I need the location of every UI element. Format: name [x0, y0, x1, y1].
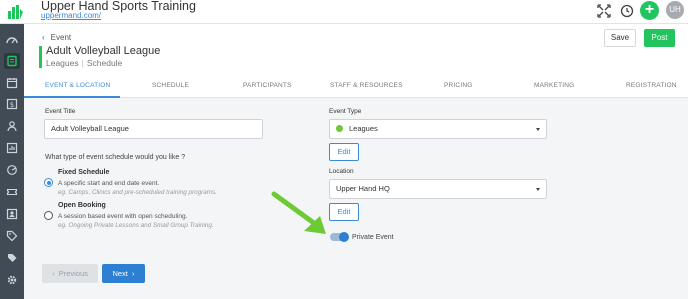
event-type-color-dot [336, 125, 343, 132]
chevron-right-icon: › [127, 269, 135, 278]
event-type-value: Leagues [349, 124, 378, 133]
private-event-toggle[interactable] [330, 232, 349, 242]
breadcrumb-section: Schedule [86, 58, 123, 68]
chevron-down-icon [536, 128, 540, 131]
location-select[interactable]: Upper Hand HQ [329, 179, 547, 199]
breadcrumb: Leagues | Schedule [46, 58, 123, 68]
green-arrow-annotation [271, 191, 326, 234]
event-header: ‹ Event Adult Volleyball League Leagues | S… [24, 24, 688, 98]
previous-label: Previous [58, 269, 88, 278]
marketing-icon [7, 165, 17, 175]
sidebar-item-calendar[interactable] [4, 75, 20, 91]
brand-url-link[interactable]: uppermand.com/ [41, 11, 101, 20]
sessions-icon [8, 254, 17, 262]
event-title-input[interactable]: Adult Volleyball League [44, 119, 263, 139]
open-booking-example: eg. Ongoing Private Lessons and Small Gr… [58, 222, 214, 229]
edit-event-type-button[interactable]: Edit [329, 143, 359, 161]
tab-marketing[interactable]: MARKETING [534, 82, 574, 89]
dashboard-icon [6, 37, 18, 44]
tickets-icon [6, 188, 18, 196]
sidebar-item-finance[interactable]: $ [4, 96, 20, 112]
save-button[interactable]: Save [604, 29, 636, 47]
schedule-question: What type of event schedule would you li… [45, 154, 186, 161]
tab-event-location[interactable]: EVENT & LOCATION [45, 82, 110, 89]
sidebar-item-marketing[interactable] [4, 162, 20, 178]
back-link[interactable]: ‹ Event [42, 33, 71, 42]
sidebar-item-tags[interactable] [4, 228, 20, 244]
fixed-schedule-radio[interactable] [44, 178, 53, 187]
chevron-left-icon: ‹ [42, 33, 45, 42]
user-avatar[interactable]: UH [666, 1, 684, 19]
events-icon [7, 55, 17, 67]
chevron-left-icon: ‹ [52, 269, 59, 278]
breadcrumb-event-type: Leagues [46, 58, 79, 68]
sidebar-item-team[interactable] [4, 118, 20, 134]
next-label: Next [112, 269, 128, 278]
tab-pricing[interactable]: PRICING [444, 82, 473, 89]
upper-hand-logo-icon[interactable] [7, 3, 23, 20]
tab-participants[interactable]: PARTICIPANTS [243, 82, 292, 89]
fixed-schedule-example: eg. Camps, Clinics and pre-scheduled tra… [58, 189, 217, 196]
sidebar: $ [0, 24, 24, 299]
sidebar-item-sessions[interactable] [4, 250, 20, 266]
title-accent-bar [39, 46, 42, 68]
location-label: Location [329, 168, 354, 175]
event-type-label: Event Type [329, 108, 362, 115]
calendar-icon [6, 78, 18, 89]
private-event-label: Private Event [352, 234, 394, 241]
top-bar: Upper Hand Sports Training uppermand.com… [0, 0, 688, 24]
active-tab-indicator [24, 96, 120, 98]
open-booking-description: A session based event with open scheduli… [58, 213, 188, 220]
settings-icon [7, 275, 17, 285]
sidebar-item-dashboard[interactable] [4, 32, 20, 48]
post-button[interactable]: Post [644, 29, 675, 47]
tags-icon [6, 230, 18, 242]
next-button[interactable]: Next › [102, 264, 145, 283]
chevron-down-icon [536, 188, 540, 191]
finance-icon: $ [6, 98, 18, 110]
team-icon [7, 121, 17, 132]
open-booking-radio[interactable] [44, 211, 53, 220]
location-value: Upper Hand HQ [336, 184, 390, 193]
contacts-icon [6, 208, 18, 220]
sidebar-item-events[interactable] [4, 53, 20, 69]
sidebar-item-tickets[interactable] [4, 184, 20, 200]
fixed-schedule-description: A specific start and end date event. [58, 180, 160, 187]
tab-staff-resources[interactable]: STAFF & RESOURCES [330, 82, 403, 89]
event-type-select[interactable]: Leagues [329, 119, 547, 139]
event-title-label: Event Title [45, 108, 76, 115]
sidebar-item-settings[interactable] [4, 272, 20, 288]
plus-icon: + [644, 1, 655, 18]
previous-button[interactable]: ‹ Previous [42, 264, 98, 283]
reports-icon [6, 142, 18, 154]
open-booking-title: Open Booking [58, 202, 106, 209]
fixed-schedule-title: Fixed Schedule [58, 169, 110, 176]
add-button[interactable]: + [640, 1, 659, 20]
sidebar-item-reports[interactable] [4, 140, 20, 156]
svg-text:$: $ [10, 101, 14, 109]
fullscreen-icon[interactable] [596, 3, 612, 19]
tab-registration[interactable]: REGISTRATION [626, 82, 677, 89]
tab-schedule[interactable]: SCHEDULE [152, 82, 189, 89]
clock-icon[interactable] [619, 3, 635, 19]
sidebar-item-contacts[interactable] [4, 206, 20, 222]
page-title: Adult Volleyball League [46, 45, 161, 57]
back-label: Event [50, 33, 72, 42]
